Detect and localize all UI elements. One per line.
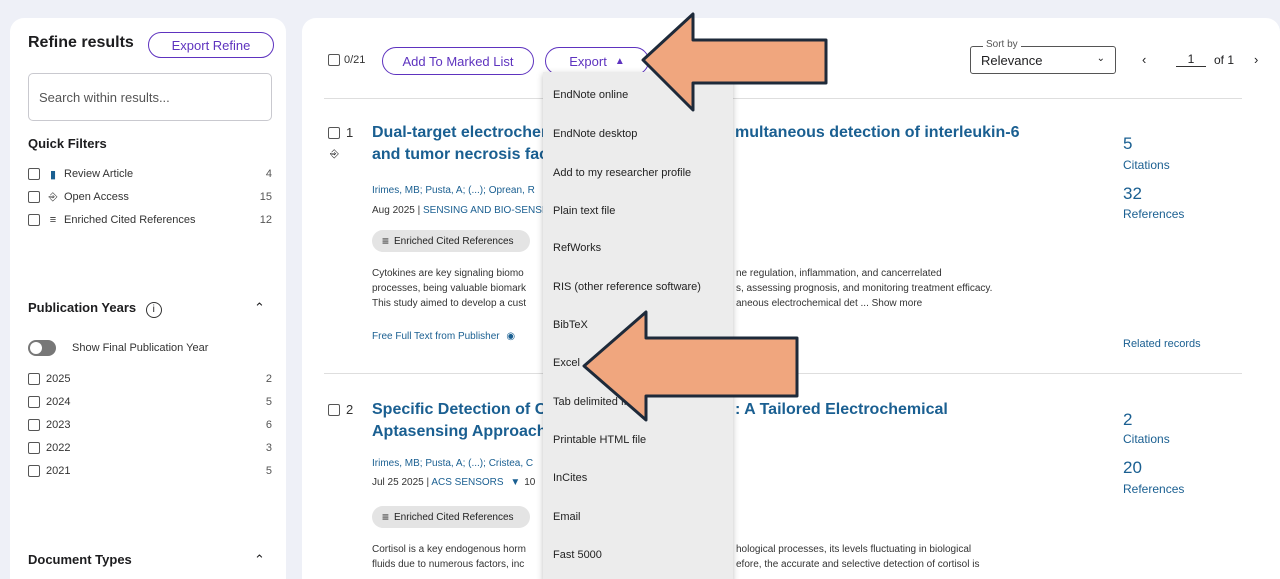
arrow-to-export — [641, 12, 828, 112]
annotation-arrows — [582, 12, 828, 422]
arrow-to-excel — [582, 310, 799, 422]
